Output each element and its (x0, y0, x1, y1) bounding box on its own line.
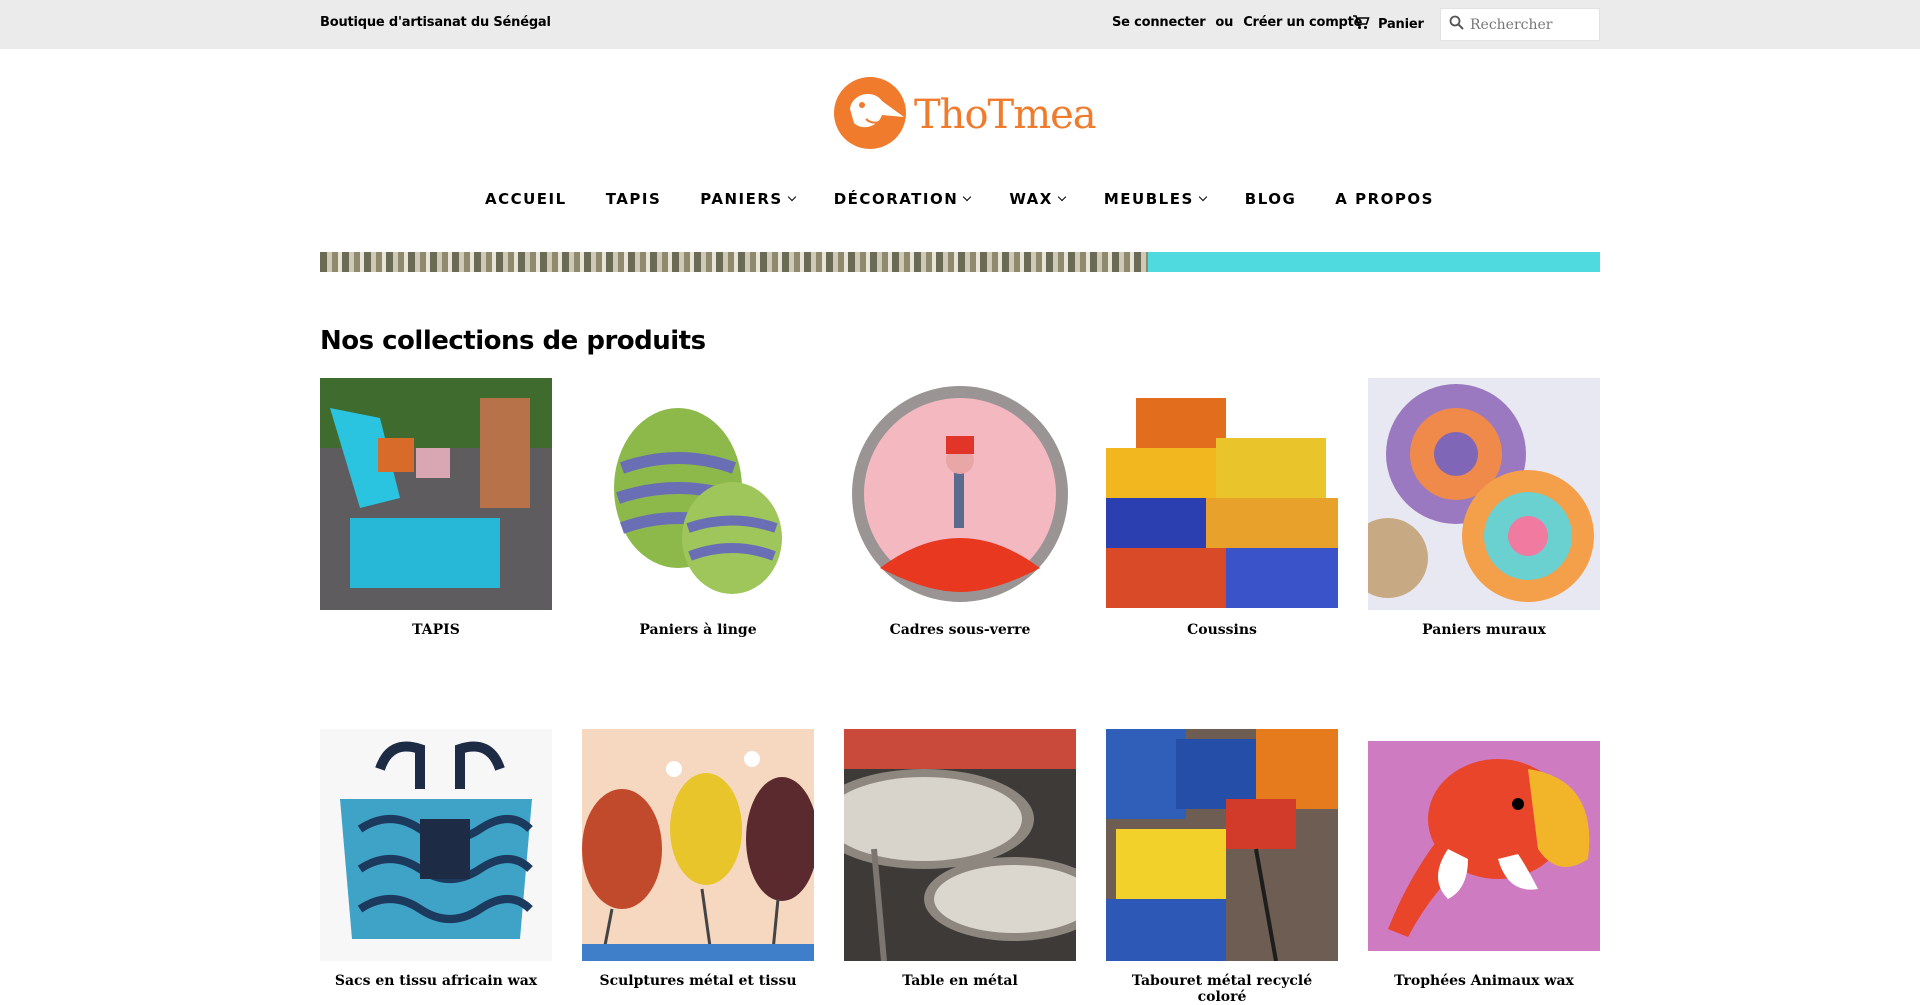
collection-image (320, 729, 552, 961)
collection-image (582, 378, 814, 610)
collection-title: Sacs en tissu africain wax (334, 973, 538, 989)
store-logo[interactable]: ThoTmea (832, 74, 1097, 156)
collection-image (1368, 729, 1600, 961)
nav-label: DÉCORATION (833, 190, 959, 208)
chevron-down-icon (1057, 192, 1067, 202)
nav-label: WAX (1009, 190, 1053, 208)
collection-title: Paniers muraux (1422, 622, 1546, 638)
nav-item-a-propos[interactable]: A PROPOS (1335, 190, 1434, 208)
collection-image (320, 378, 552, 610)
collection-tile-paniers-muraux[interactable]: Paniers muraux (1368, 378, 1600, 638)
banner-photo (320, 252, 1148, 272)
top-bar: Boutique d'artisanat du Sénégal Se conne… (0, 0, 1920, 49)
cart-link[interactable]: Panier (1352, 14, 1424, 34)
chevron-down-icon (1198, 192, 1208, 202)
logo-text: ThoTmea (914, 92, 1097, 138)
login-link[interactable]: Se connecter (1112, 15, 1206, 30)
collection-title: Cadres sous-verre (889, 622, 1031, 638)
collection-title: TAPIS (412, 622, 460, 638)
nav-item-blog[interactable]: BLOG (1245, 190, 1297, 208)
collection-title: Table en métal (902, 973, 1018, 989)
nav-item-tapis[interactable]: TAPIS (606, 190, 662, 208)
cart-label: Panier (1378, 16, 1424, 32)
collection-tile-tapis[interactable]: TAPIS (320, 378, 552, 638)
collection-tile-table-metal[interactable]: Table en métal (844, 729, 1076, 989)
collection-tile-trophees[interactable]: Trophées Animaux wax (1368, 729, 1600, 989)
hero-banner[interactable] (320, 252, 1600, 272)
nav-label: BLOG (1244, 190, 1297, 208)
search-icon[interactable] (1449, 15, 1464, 35)
nav-item-paniers[interactable]: PANIERS (700, 190, 796, 208)
nav-item-accueil[interactable]: ACCUEIL (485, 190, 567, 208)
banner-color-block (1148, 252, 1600, 272)
nav-label: TAPIS (605, 190, 662, 208)
chevron-down-icon (963, 192, 972, 202)
collection-image (582, 729, 814, 961)
nav-label: PANIERS (700, 190, 783, 208)
nav-label: ACCUEIL (485, 190, 567, 208)
main-navigation: ACCUEIL TAPIS PANIERS DÉCORATION WAX MEU… (0, 190, 1920, 208)
account-links: Se connecter ou Créer un compte (1112, 15, 1363, 30)
cart-icon (1352, 14, 1370, 34)
collection-tile-paniers-a-linge[interactable]: Paniers à linge (582, 378, 814, 638)
collection-tile-tabouret[interactable]: Tabouret métal recyclé coloré (1106, 729, 1338, 1005)
store-tagline: Boutique d'artisanat du Sénégal (320, 15, 551, 30)
collection-title: Tabouret métal recyclé coloré (1131, 973, 1313, 1005)
pelican-logo-icon (832, 75, 908, 156)
collection-tile-cadres-sous-verre[interactable]: Cadres sous-verre (844, 378, 1076, 638)
collection-image (844, 378, 1076, 610)
nav-label: A PROPOS (1335, 190, 1434, 208)
collection-image (1106, 378, 1338, 610)
chevron-down-icon (787, 192, 796, 202)
collection-title: Coussins (1187, 622, 1257, 638)
nav-item-wax[interactable]: WAX (1009, 190, 1067, 208)
collections-title: Nos collections de produits (320, 326, 706, 356)
collection-image (844, 729, 1076, 961)
collection-tile-coussins[interactable]: Coussins (1106, 378, 1338, 638)
collection-title: Paniers à linge (639, 622, 757, 638)
nav-item-decoration[interactable]: DÉCORATION (833, 190, 972, 208)
collection-image (1368, 378, 1600, 610)
collection-tile-sacs-wax[interactable]: Sacs en tissu africain wax (320, 729, 552, 989)
collection-title: Trophées Animaux wax (1394, 973, 1574, 989)
nav-item-meubles[interactable]: MEUBLES (1103, 190, 1208, 208)
search-input[interactable] (1470, 16, 1590, 33)
collection-title: Sculptures métal et tissu (599, 973, 797, 989)
collection-image (1106, 729, 1338, 961)
register-link[interactable]: Créer un compte (1243, 15, 1362, 30)
search-box (1440, 8, 1600, 41)
collection-tile-sculptures[interactable]: Sculptures métal et tissu (582, 729, 814, 989)
nav-label: MEUBLES (1103, 190, 1194, 208)
or-separator: ou (1215, 15, 1234, 30)
